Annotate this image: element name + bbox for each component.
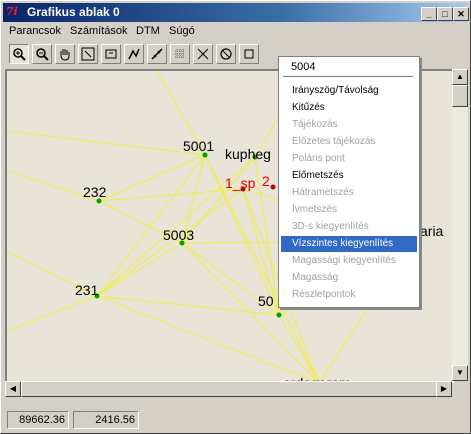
status-bar: 89662.36 2416.56 — [3, 409, 468, 431]
cross-tool-icon[interactable] — [193, 44, 213, 64]
title-bar[interactable]: 7i Grafikus ablak 0 _ □ ✕ — [3, 3, 469, 22]
minimize-button[interactable]: _ — [421, 7, 437, 21]
context-menu-item[interactable]: Kitűzés — [281, 100, 417, 116]
grid-tool-icon[interactable] — [170, 44, 190, 64]
line-tool-icon[interactable] — [147, 44, 167, 64]
status-x-coordinate: 89662.36 — [7, 411, 69, 429]
context-menu-item: Magassági kiegyenlítés — [292, 255, 396, 266]
menu-bar: Parancsok Számítások DTM Súgó — [3, 23, 468, 40]
vertical-scroll-thumb[interactable] — [452, 85, 468, 107]
measure-icon[interactable] — [124, 44, 144, 64]
point-50-marker[interactable] — [276, 312, 282, 318]
blank-icon[interactable] — [239, 44, 259, 64]
context-menu-separator — [283, 76, 413, 77]
close-button[interactable]: ✕ — [453, 7, 469, 21]
scroll-up-arrow-icon[interactable]: ▲ — [452, 69, 468, 85]
point-2-marker[interactable] — [270, 184, 276, 190]
zoom-extents-icon[interactable] — [78, 44, 98, 64]
vertical-scrollbar[interactable]: ▲ ▼ — [452, 69, 468, 381]
context-menu-item: Tájékozás — [292, 119, 338, 130]
hand-pan-icon[interactable] — [55, 44, 75, 64]
label-50: 50 — [258, 293, 274, 309]
scroll-left-arrow-icon[interactable]: ◀ — [5, 381, 21, 397]
label-5003: 5003 — [163, 227, 194, 243]
context-menu-item: Hátrametszés — [292, 187, 354, 198]
menu-parancsok[interactable]: Parancsok — [9, 25, 61, 37]
horizontal-scroll-thumb[interactable] — [21, 381, 441, 397]
zoom-window-icon[interactable] — [101, 44, 121, 64]
context-menu-item[interactable]: Vízszintes kiegyenlítés — [281, 236, 417, 252]
window-title: Grafikus ablak 0 — [27, 5, 120, 19]
label-kupheg: kupheg — [225, 146, 271, 162]
context-menu-item[interactable]: Irányszög/Távolság — [281, 83, 417, 99]
maximize-button[interactable]: □ — [437, 7, 453, 21]
context-menu-item: Magasság — [292, 272, 339, 283]
label-5001: 5001 — [183, 138, 214, 154]
context-menu-item: Poláris pont — [292, 153, 345, 164]
context-menu-item: Részletpontok — [292, 289, 356, 300]
label-231: 231 — [75, 282, 99, 298]
label-aria: aria — [420, 223, 444, 239]
context-menu: 5004 Irányszög/Távolság Kitűzés Tájékozás E… — [278, 56, 420, 308]
context-menu-item: 3D-s kiegyenlítés — [292, 221, 369, 232]
scroll-right-arrow-icon[interactable]: ▶ — [436, 381, 452, 397]
context-menu-item: Ívmetszés — [292, 204, 338, 215]
zoom-out-icon[interactable] — [32, 44, 52, 64]
label-2: 2 — [262, 173, 270, 189]
context-menu-header: 5004 — [291, 61, 316, 73]
menu-dtm[interactable]: DTM — [136, 25, 160, 37]
horizontal-scrollbar[interactable]: ◀ ▶ — [5, 381, 452, 397]
label-232: 232 — [83, 184, 107, 200]
refresh-icon[interactable] — [216, 44, 236, 64]
context-menu-item[interactable]: Előmetszés — [281, 168, 417, 184]
context-menu-item: Előzetes tájékozás — [292, 136, 376, 147]
zoom-in-icon[interactable] — [9, 44, 29, 64]
menu-szamitasok[interactable]: Számítások — [70, 25, 127, 37]
menu-sugo[interactable]: Súgó — [169, 25, 195, 37]
app-icon: 7i — [6, 5, 18, 18]
status-y-coordinate: 2416.56 — [73, 411, 139, 429]
scroll-down-arrow-icon[interactable]: ▼ — [452, 365, 468, 381]
label-1sp: 1_sp — [225, 175, 256, 191]
